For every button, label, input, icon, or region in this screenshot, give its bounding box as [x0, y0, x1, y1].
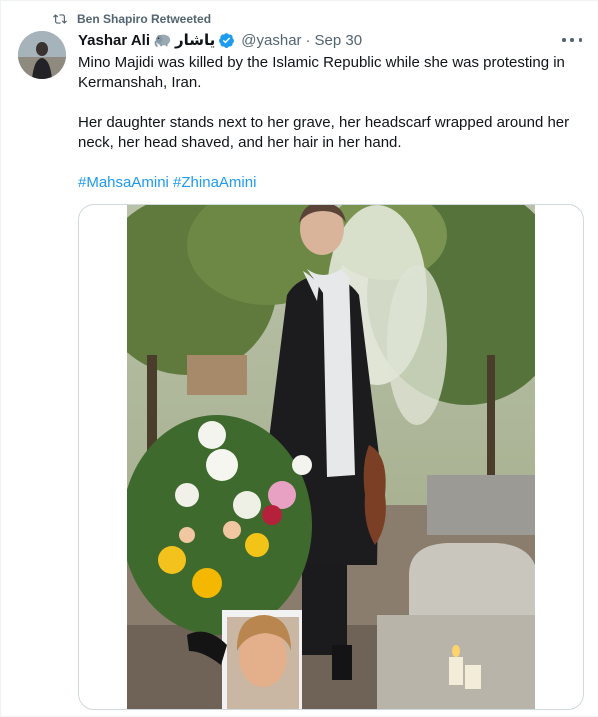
- tweet-date[interactable]: Sep 30: [315, 32, 363, 49]
- author-name-farsi: یاشار: [174, 32, 216, 49]
- avatar[interactable]: [18, 31, 66, 79]
- tweet-paragraph-2: Her daughter stands next to her grave, h…: [78, 114, 570, 151]
- hashtag-link[interactable]: #MahsaAmini: [78, 174, 169, 191]
- elephant-emoji-icon: [154, 34, 171, 48]
- tweet-card[interactable]: Ben Shapiro Retweeted Yashar Ali یاشار @…: [0, 0, 598, 717]
- tweet-paragraph-1: Mino Majidi was killed by the Islamic Re…: [78, 54, 565, 91]
- hashtags: #MahsaAmini #ZhinaAmini: [78, 173, 578, 193]
- tweet-text: Mino Majidi was killed by the Islamic Re…: [78, 53, 578, 193]
- more-options-icon[interactable]: [562, 31, 582, 49]
- retweet-icon: [53, 14, 67, 24]
- author-name[interactable]: Yashar Ali: [78, 32, 150, 49]
- verified-badge-icon: [219, 32, 235, 48]
- author-handle[interactable]: @yashar: [241, 32, 301, 49]
- retweet-context[interactable]: Ben Shapiro Retweeted: [53, 10, 211, 28]
- grave-photo-image: [127, 205, 535, 709]
- tweet-header: Yashar Ali یاشار @yashar · Sep 30: [78, 30, 362, 50]
- retweet-label: Ben Shapiro Retweeted: [77, 12, 212, 26]
- hashtag-link[interactable]: #ZhinaAmini: [173, 174, 256, 191]
- avatar-photo: [18, 31, 66, 79]
- tweet-photo[interactable]: [127, 205, 535, 709]
- header-separator: ·: [305, 31, 311, 49]
- tweet-media[interactable]: [78, 204, 584, 710]
